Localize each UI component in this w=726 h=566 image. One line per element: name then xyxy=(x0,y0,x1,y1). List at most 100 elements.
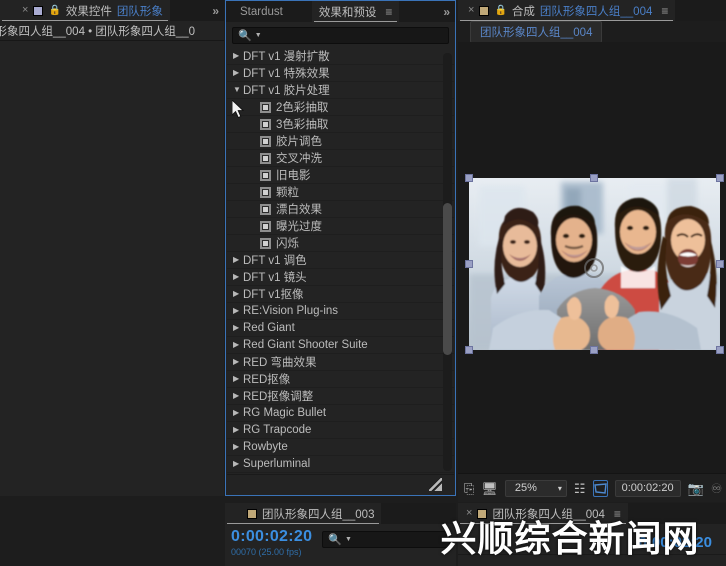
effects-scrollbar[interactable] xyxy=(443,53,452,471)
transform-handle-tc[interactable] xyxy=(590,174,598,182)
composition-image[interactable] xyxy=(469,178,720,350)
chevron-right-icon[interactable]: ▶ xyxy=(233,307,243,315)
zoom-select[interactable]: 25% ▾ xyxy=(504,479,567,497)
effect-group-item[interactable]: ▶ DFT v1 特殊效果 xyxy=(227,65,454,82)
close-icon[interactable]: × xyxy=(22,5,28,16)
monitor-icon[interactable]: 🖥 xyxy=(481,482,498,495)
color-swatch-icon xyxy=(33,5,44,16)
effect-group-item[interactable]: ▶ Red Giant xyxy=(227,320,454,337)
transform-handle-bc[interactable] xyxy=(590,346,598,354)
chevron-right-icon[interactable]: ▶ xyxy=(233,290,243,298)
tab-composition[interactable]: × 🔒 合成 团队形象四人组__004 ≡ xyxy=(458,0,676,21)
effect-list-item[interactable]: 胶片调色 xyxy=(227,133,454,150)
tab-effects-and-presets[interactable]: 效果和预设 ≡ xyxy=(311,1,400,22)
effect-group-item[interactable]: ▶ DFT v1 镜头 xyxy=(227,269,454,286)
effect-icon xyxy=(260,101,271,113)
chevron-right-icon[interactable]: ▶ xyxy=(233,341,243,349)
region-of-interest-icon[interactable] xyxy=(592,479,608,497)
composition-stage[interactable] xyxy=(458,42,726,473)
resize-grip-icon[interactable] xyxy=(429,478,442,491)
chevron-right-icon[interactable]: ▶ xyxy=(233,443,243,451)
workspace-gap-horizontal xyxy=(0,496,456,503)
chevron-right-icon[interactable]: ▶ xyxy=(233,409,243,417)
effect-group-item[interactable]: ▼ DFT v1 胶片处理 xyxy=(227,82,454,99)
overflow-chevron-icon[interactable]: » xyxy=(205,4,224,18)
chevron-right-icon[interactable]: ▶ xyxy=(233,52,243,60)
effect-icon xyxy=(260,186,271,198)
chevron-down-icon[interactable]: ▾ xyxy=(558,484,562,493)
transform-handle-mr[interactable] xyxy=(716,260,724,268)
lock-icon[interactable]: 🔒 xyxy=(494,5,506,16)
chevron-right-icon[interactable]: ▶ xyxy=(233,460,243,468)
effect-list-item[interactable]: 曝光过度 xyxy=(227,218,454,235)
effect-group-item[interactable]: ▶ RG Magic Bullet xyxy=(227,405,454,422)
tab-effect-controls[interactable]: × 🔒 效果控件 团队形象 xyxy=(0,0,170,21)
transform-handle-br[interactable] xyxy=(716,346,724,354)
transform-handle-tl[interactable] xyxy=(465,174,473,182)
effect-list-item[interactable]: 闪烁 xyxy=(227,235,454,252)
effect-item-label: 2色彩抽取 xyxy=(276,102,329,114)
effect-list-item[interactable]: 颗粒 xyxy=(227,184,454,201)
effect-group-item[interactable]: ▶ Red Giant Shooter Suite xyxy=(227,337,454,354)
effect-list-item[interactable]: 漂白效果 xyxy=(227,201,454,218)
effect-list-item[interactable]: 3色彩抽取 xyxy=(227,116,454,133)
effects-tree[interactable]: ▶ DFT v1 漫射扩散 ▶ DFT v1 特殊效果 ▼ DFT v1 胶片处理 2色彩抽… xyxy=(227,48,454,474)
tab-timeline-003[interactable]: 团队形象四人组__003 xyxy=(225,503,382,524)
breadcrumb[interactable]: 团队形象四人组__004 xyxy=(470,20,603,43)
tab-stardust[interactable]: Stardust xyxy=(226,1,290,22)
effect-group-item[interactable]: ▶ RED抠像 xyxy=(227,371,454,388)
effect-group-item[interactable]: ▶ DFT v1抠像 xyxy=(227,286,454,303)
chevron-right-icon[interactable]: ▶ xyxy=(233,392,243,400)
effect-item-label: DFT v1 特殊效果 xyxy=(243,68,330,80)
chevron-right-icon[interactable]: ▶ xyxy=(233,375,243,383)
chevron-right-icon[interactable]: ▶ xyxy=(233,69,243,77)
always-preview-icon[interactable]: ⎘ xyxy=(464,482,474,495)
effect-list-item[interactable]: 2色彩抽取 xyxy=(227,99,454,116)
effect-item-label: 曝光过度 xyxy=(276,221,322,233)
camera-icon[interactable]: 📷 xyxy=(688,482,704,495)
search-input[interactable]: 🔍 ▼ xyxy=(232,27,449,44)
effect-list-item[interactable]: 交叉冲洗 xyxy=(227,150,454,167)
effect-group-item[interactable]: ▶ DFT v1 调色 xyxy=(227,252,454,269)
effect-icon xyxy=(260,118,271,130)
chevron-right-icon[interactable]: ▶ xyxy=(233,426,243,434)
chevron-down-icon[interactable]: ▼ xyxy=(345,536,352,543)
close-icon[interactable]: × xyxy=(468,5,474,16)
chevron-right-icon[interactable]: ▶ xyxy=(233,273,243,281)
composition-panel: × 🔒 合成 团队形象四人组__004 ≡ 团队形象四人组__004 ⎘ 🖥 2… xyxy=(458,0,726,502)
effect-group-item[interactable]: ▶ RE:Vision Plug-ins xyxy=(227,303,454,320)
effect-item-label: Red Giant xyxy=(243,322,295,334)
effect-group-item[interactable]: ▶ RED 弯曲效果 xyxy=(227,354,454,371)
hamburger-icon[interactable]: ≡ xyxy=(381,5,392,19)
effect-group-item[interactable]: ▶ RG Trapcode xyxy=(227,422,454,439)
effect-group-item[interactable]: ▶ Superluminal xyxy=(227,456,454,473)
hamburger-icon[interactable]: ≡ xyxy=(657,4,668,18)
resolution-icon[interactable]: ☷ xyxy=(574,482,586,495)
chevron-right-icon[interactable]: ▶ xyxy=(233,256,243,264)
composition-timecode[interactable]: 0:00:02:20 xyxy=(614,479,681,497)
chevron-down-icon[interactable]: ▼ xyxy=(233,86,243,94)
overflow-chevron-icon[interactable]: » xyxy=(436,5,455,19)
effect-icon xyxy=(260,169,271,181)
color-swatch-icon xyxy=(479,5,490,16)
effect-item-label: RED抠像调整 xyxy=(243,391,314,403)
search-field[interactable] xyxy=(264,29,443,42)
transform-handle-ml[interactable] xyxy=(465,260,473,268)
transform-handle-tr[interactable] xyxy=(716,174,724,182)
chevron-right-icon[interactable]: ▶ xyxy=(233,358,243,366)
lock-icon[interactable]: 🔒 xyxy=(48,5,60,16)
effect-group-item[interactable]: ▶ Rowbyte xyxy=(227,439,454,456)
effect-item-label: DFT v1 胶片处理 xyxy=(243,85,330,97)
show-snapshot-icon[interactable]: ♾ xyxy=(711,482,723,495)
composition-toolbar: ⎘ 🖥 25% ▾ ☷ 0:00:02:20 📷 ♾ xyxy=(458,473,726,502)
chevron-right-icon[interactable]: ▶ xyxy=(233,324,243,332)
effect-list-item[interactable]: 旧电影 xyxy=(227,167,454,184)
transform-handle-bl[interactable] xyxy=(465,346,473,354)
composition-breadcrumb-bar: 团队形象四人组__004 xyxy=(458,20,726,43)
effect-group-item[interactable]: ▶ DFT v1 漫射扩散 xyxy=(227,48,454,65)
chevron-down-icon[interactable]: ▼ xyxy=(255,32,262,39)
current-timecode[interactable]: 0:00:02:20 00070 (25.00 fps) xyxy=(231,529,312,557)
effect-item-label: Superluminal xyxy=(243,458,311,470)
scrollbar-thumb[interactable] xyxy=(443,203,452,355)
effect-group-item[interactable]: ▶ RED抠像调整 xyxy=(227,388,454,405)
